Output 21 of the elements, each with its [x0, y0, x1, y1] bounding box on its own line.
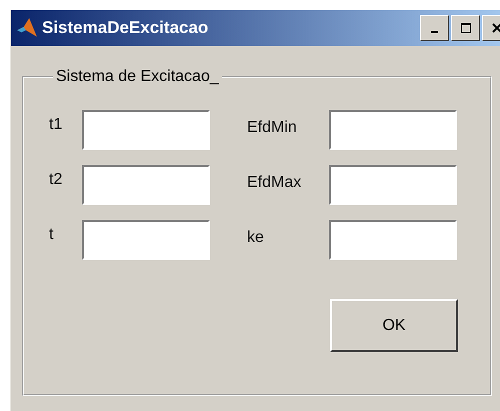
- group-title: Sistema de Excitacao_: [55, 68, 220, 86]
- input-field[interactable]: [329, 165, 457, 205]
- field-label: t: [49, 226, 54, 244]
- window-title: SistemaDeExcitacao: [42, 18, 208, 38]
- input-field[interactable]: [329, 110, 457, 150]
- field-label: EfdMin: [247, 119, 298, 137]
- maximize-button[interactable]: [451, 15, 480, 41]
- input-field[interactable]: [82, 110, 210, 150]
- minimize-icon: [431, 31, 438, 33]
- minimize-button[interactable]: [420, 15, 449, 41]
- field-label: EfdMax: [247, 174, 302, 192]
- input-field[interactable]: [329, 220, 457, 260]
- ok-button[interactable]: OK: [330, 299, 458, 352]
- field-label: ke: [247, 229, 265, 247]
- field-label: t2: [49, 171, 64, 189]
- app-logo-icon: [16, 17, 38, 39]
- input-field[interactable]: [82, 165, 210, 205]
- close-icon: [490, 22, 500, 34]
- maximize-icon: [460, 22, 472, 34]
- input-field[interactable]: [82, 220, 210, 260]
- field-label: t1: [49, 116, 64, 134]
